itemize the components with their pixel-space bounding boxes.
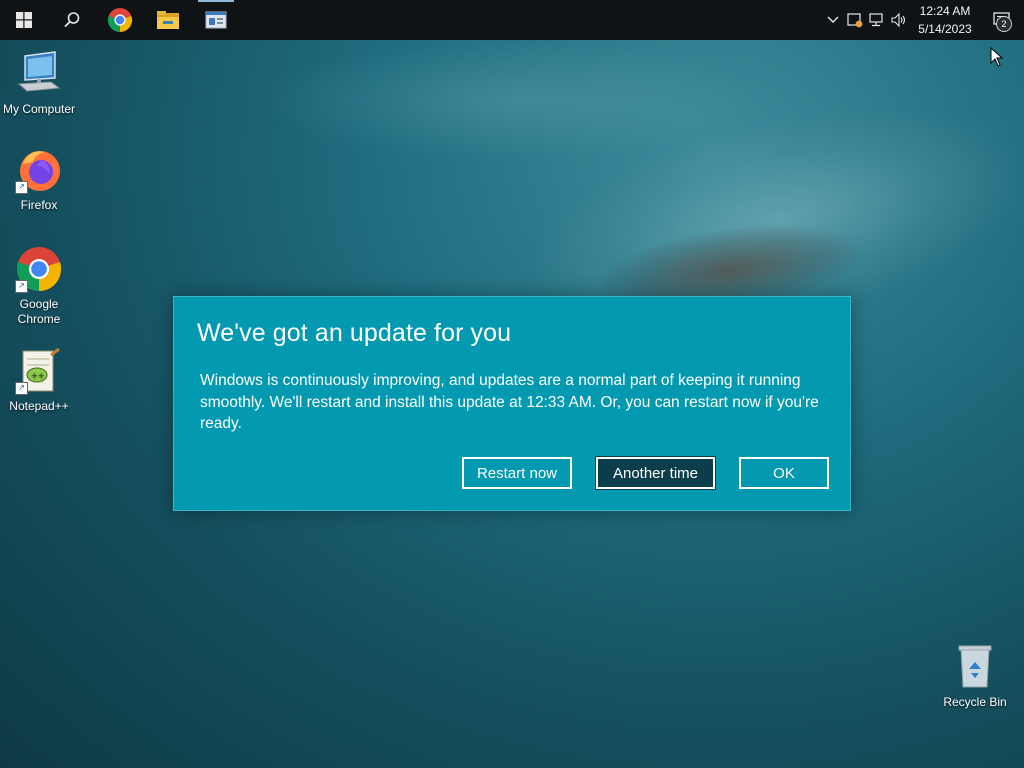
security-warning-icon [847, 13, 863, 28]
taskbar-file-explorer-button[interactable] [144, 0, 192, 40]
recycle-bin-icon [958, 645, 992, 688]
svg-text:++: ++ [31, 371, 44, 380]
ok-button[interactable]: OK [739, 457, 829, 489]
taskbar-app-button[interactable] [192, 0, 240, 40]
taskbar-clock[interactable]: 12:24 AM 5/14/2023 [910, 2, 980, 38]
desktop-icon-my-computer[interactable]: My Computer [0, 50, 78, 117]
desktop-icon-label: Firefox [20, 198, 58, 212]
notification-count-badge: 2 [996, 16, 1012, 32]
desktop-icon-label: My Computer [2, 102, 76, 116]
network-icon [869, 13, 883, 27]
computer-icon [17, 51, 61, 92]
search-button[interactable] [48, 0, 96, 40]
shortcut-arrow-icon: ↗ [15, 280, 28, 293]
start-button[interactable] [0, 0, 48, 40]
update-dialog: We've got an update for you Windows is c… [173, 296, 851, 511]
action-center-button[interactable]: 2 [980, 0, 1024, 40]
desktop-icon-notepad-plus-plus[interactable]: ++ ↗ Notepad++ [0, 347, 78, 414]
taskbar: 12:24 AM 5/14/2023 2 [0, 0, 1024, 40]
wallpaper-highlight [260, 40, 760, 160]
dialog-message: Windows is continuously improving, and u… [200, 372, 819, 432]
desktop-icon-firefox[interactable]: ↗ Firefox [0, 146, 78, 213]
shortcut-arrow-icon: ↗ [15, 181, 28, 194]
app-window-icon [205, 11, 227, 29]
desktop-icon-recycle-bin[interactable]: Recycle Bin [936, 643, 1014, 710]
mouse-cursor-icon [990, 47, 1004, 67]
windows-logo-icon [16, 12, 32, 28]
show-hidden-icons-button[interactable] [822, 0, 844, 40]
search-icon [64, 12, 80, 28]
file-explorer-icon [157, 11, 179, 29]
chrome-icon [107, 8, 133, 33]
security-tray-button[interactable] [844, 0, 866, 40]
clock-time: 12:24 AM [919, 4, 971, 18]
another-time-button[interactable]: Another time [595, 456, 716, 490]
network-tray-button[interactable] [866, 0, 888, 40]
system-tray: 12:24 AM 5/14/2023 2 [822, 0, 1024, 40]
clock-date: 5/14/2023 [918, 22, 972, 36]
dialog-title: We've got an update for you [197, 319, 512, 347]
chevron-up-icon [827, 16, 839, 23]
volume-tray-button[interactable] [888, 0, 910, 40]
desktop-icon-label: Google Chrome [17, 297, 61, 326]
desktop-icon-google-chrome[interactable]: ↗ Google Chrome [0, 245, 78, 327]
restart-now-button[interactable]: Restart now [462, 457, 572, 489]
desktop-icon-label: Recycle Bin [943, 695, 1007, 709]
taskbar-chrome-button[interactable] [96, 0, 144, 40]
desktop-icon-label: Notepad++ [9, 399, 69, 413]
volume-icon [891, 13, 906, 27]
shortcut-arrow-icon: ↗ [15, 382, 28, 395]
